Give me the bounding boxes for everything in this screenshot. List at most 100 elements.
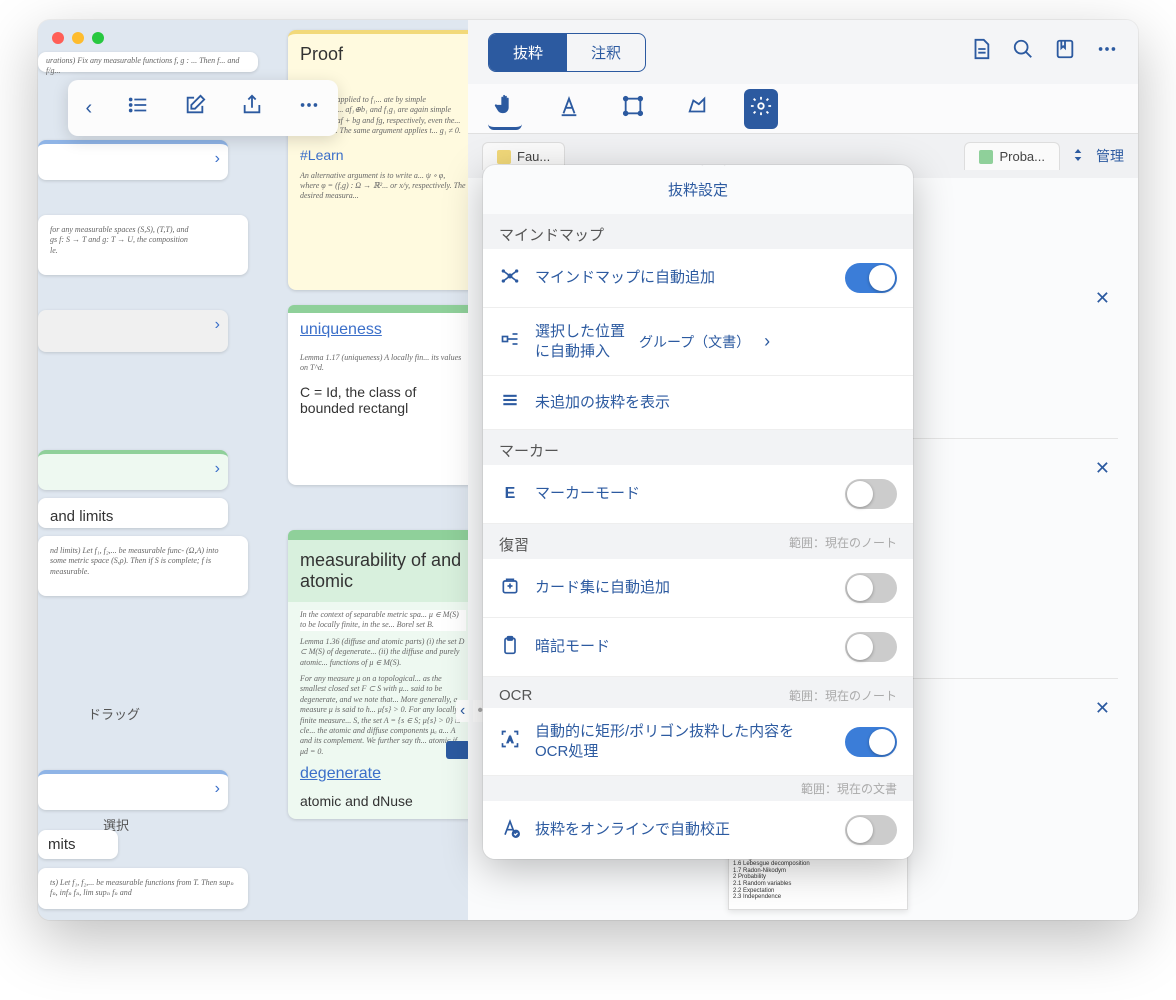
marker-icon: E <box>499 485 521 503</box>
manage-button[interactable]: 管理 <box>1096 146 1124 166</box>
insert-icon <box>499 329 521 354</box>
section-review: 復習 範囲：現在のノート <box>483 524 913 559</box>
mindmap-icon <box>499 266 521 291</box>
toggle-auto-correct[interactable] <box>845 815 897 845</box>
row-ocr-auto[interactable]: A 自動的に矩形/ポリゴン抜粋した内容を OCR処理 <box>483 708 913 776</box>
compose-icon[interactable] <box>184 94 206 122</box>
window-controls <box>52 32 104 44</box>
sort-icon[interactable] <box>1070 147 1086 166</box>
card-title: Proof <box>300 44 466 65</box>
minimize-window-icon[interactable] <box>72 32 84 44</box>
close-icon[interactable]: ✕ <box>1095 698 1110 719</box>
card-measurability[interactable]: measurability of and atomic In the conte… <box>288 530 468 819</box>
card-uniqueness[interactable]: uniqueness Lemma 1.17 (uniqueness) A loc… <box>288 305 468 485</box>
settings-tool-icon[interactable] <box>744 89 778 129</box>
toggle-auto-add-mindmap[interactable] <box>845 263 897 293</box>
toggle-memo-mode[interactable] <box>845 632 897 662</box>
card-green-1[interactable]: › <box>38 450 228 490</box>
lemma-text: Lemma 1.17 (uniqueness) A locally fin...… <box>300 353 466 374</box>
toggle-ocr-auto[interactable] <box>845 727 897 757</box>
document-icon[interactable] <box>970 38 992 66</box>
row-label: 抜粋をオンラインで自動校正 <box>535 820 831 840</box>
section-mindmap: マインドマップ <box>483 214 913 249</box>
card-body-2: An alternative argument is to write a...… <box>300 171 466 202</box>
row-cardset-add[interactable]: カード集に自動追加 <box>483 559 913 618</box>
top-bar: 抜粋 注釈 <box>468 20 1138 84</box>
chevron-right-icon: › <box>215 460 220 478</box>
row-label: 暗記モード <box>535 637 831 657</box>
list-icon[interactable] <box>127 94 149 122</box>
folder-icon <box>497 150 511 164</box>
chevron-right-icon: › <box>764 331 770 352</box>
hand-tool-icon[interactable] <box>488 87 522 130</box>
card-blue-1[interactable]: › <box>38 140 228 180</box>
row-auto-add-mindmap[interactable]: マインドマップに自動追加 <box>483 249 913 308</box>
card-blue-2[interactable]: › <box>38 770 228 810</box>
row-marker-mode[interactable]: E マーカーモード <box>483 465 913 524</box>
more-icon[interactable] <box>298 94 320 122</box>
card-measfunc[interactable]: urations) Fix any measurable functions f… <box>38 52 258 72</box>
rect-tool-icon[interactable] <box>616 89 650 129</box>
back-icon[interactable]: ‹ <box>86 97 93 120</box>
excerpt-settings-popover: 抜粋設定 マインドマップ マインドマップに自動追加 選択した位置に自動挿入 グル… <box>483 165 913 859</box>
row-auto-correct[interactable]: 抜粋をオンラインで自動校正 <box>483 801 913 859</box>
close-icon[interactable]: ✕ <box>1095 458 1110 479</box>
degenerate-link[interactable]: degenerate <box>300 765 466 783</box>
app-window: Proof emma 1.11 applied to f₁... ate by … <box>38 20 1138 920</box>
title: and limits <box>50 508 113 525</box>
row-insert-position[interactable]: 選択した位置に自動挿入 グループ（文書） › <box>483 308 913 376</box>
meas-body: In the context of separable metric spa..… <box>300 610 466 631</box>
bookmark-icon[interactable] <box>1054 38 1076 66</box>
row-label: 自動的に矩形/ポリゴン抜粋した内容を OCR処理 <box>535 722 831 761</box>
svg-text:A: A <box>507 734 513 744</box>
zoom-window-icon[interactable] <box>92 32 104 44</box>
toggle-marker-mode[interactable] <box>845 479 897 509</box>
section-ocr-scope: 範囲：現在の文書 <box>483 776 913 801</box>
close-icon[interactable]: ✕ <box>1095 288 1110 309</box>
mindmap-pane[interactable]: Proof emma 1.11 applied to f₁... ate by … <box>38 20 468 920</box>
chevron-right-icon: › <box>215 780 220 798</box>
learn-tag[interactable]: #Learn <box>300 147 466 163</box>
card-mits-body[interactable]: ts) Let f₁, f₂,... be measurable functio… <box>38 868 248 909</box>
degen-body: atomic and dNuse <box>300 793 466 809</box>
row-value: グループ（文書） <box>639 332 750 352</box>
share-icon[interactable] <box>241 94 263 122</box>
card-mits[interactable]: mits <box>38 830 118 859</box>
meas-para: For any measure μ on a topological... as… <box>300 674 466 757</box>
tool-row <box>468 84 1138 134</box>
text-tool-icon[interactable] <box>552 89 586 129</box>
row-label: マーカーモード <box>535 484 831 504</box>
card-limits-body[interactable]: nd limits) Let f₁, f₂,... be measurable … <box>38 536 248 596</box>
uniqueness-link[interactable]: uniqueness <box>300 321 466 339</box>
note-icon[interactable] <box>446 741 468 759</box>
chevron-right-icon: › <box>215 150 220 168</box>
close-window-icon[interactable] <box>52 32 64 44</box>
mits-body: ts) Let f₁, f₂,... be measurable functio… <box>50 878 234 897</box>
search-icon[interactable] <box>1012 38 1034 66</box>
card-gray-1[interactable]: › <box>38 310 228 352</box>
card-proof[interactable]: Proof emma 1.11 applied to f₁... ate by … <box>288 30 468 290</box>
floating-toolbar: ‹ <box>68 80 338 136</box>
list-icon <box>499 390 521 415</box>
prev-page-icon[interactable]: ‹ <box>456 700 469 722</box>
more-icon[interactable] <box>1096 38 1118 66</box>
mits-title: mits <box>48 836 76 853</box>
tab-proba[interactable]: Proba... <box>964 142 1060 170</box>
card-text: urations) Fix any measurable functions f… <box>46 56 239 75</box>
mode-segmented: 抜粋 注釈 <box>488 33 646 72</box>
toggle-cardset-add[interactable] <box>845 573 897 603</box>
card-spaces[interactable]: for any measurable spaces (S,S), (T,T), … <box>38 215 248 275</box>
drag-label: ドラッグ <box>88 704 140 723</box>
polygon-tool-icon[interactable] <box>680 89 714 129</box>
body: nd limits) Let f₁, f₂,... be measurable … <box>50 546 218 576</box>
row-label: マインドマップに自動追加 <box>535 268 831 288</box>
row-memo-mode[interactable]: 暗記モード <box>483 618 913 677</box>
segment-annotation[interactable]: 注釈 <box>567 34 645 71</box>
row-label: カード集に自動追加 <box>535 578 831 598</box>
card-limits-title[interactable]: and limits <box>38 498 228 528</box>
segment-excerpt[interactable]: 抜粋 <box>489 34 567 71</box>
section-marker: マーカー <box>483 430 913 465</box>
row-show-unadded[interactable]: 未追加の抜粋を表示 <box>483 376 913 430</box>
card-text: for any measurable spaces (S,S), (T,T), … <box>50 225 189 255</box>
folder-icon <box>979 150 993 164</box>
